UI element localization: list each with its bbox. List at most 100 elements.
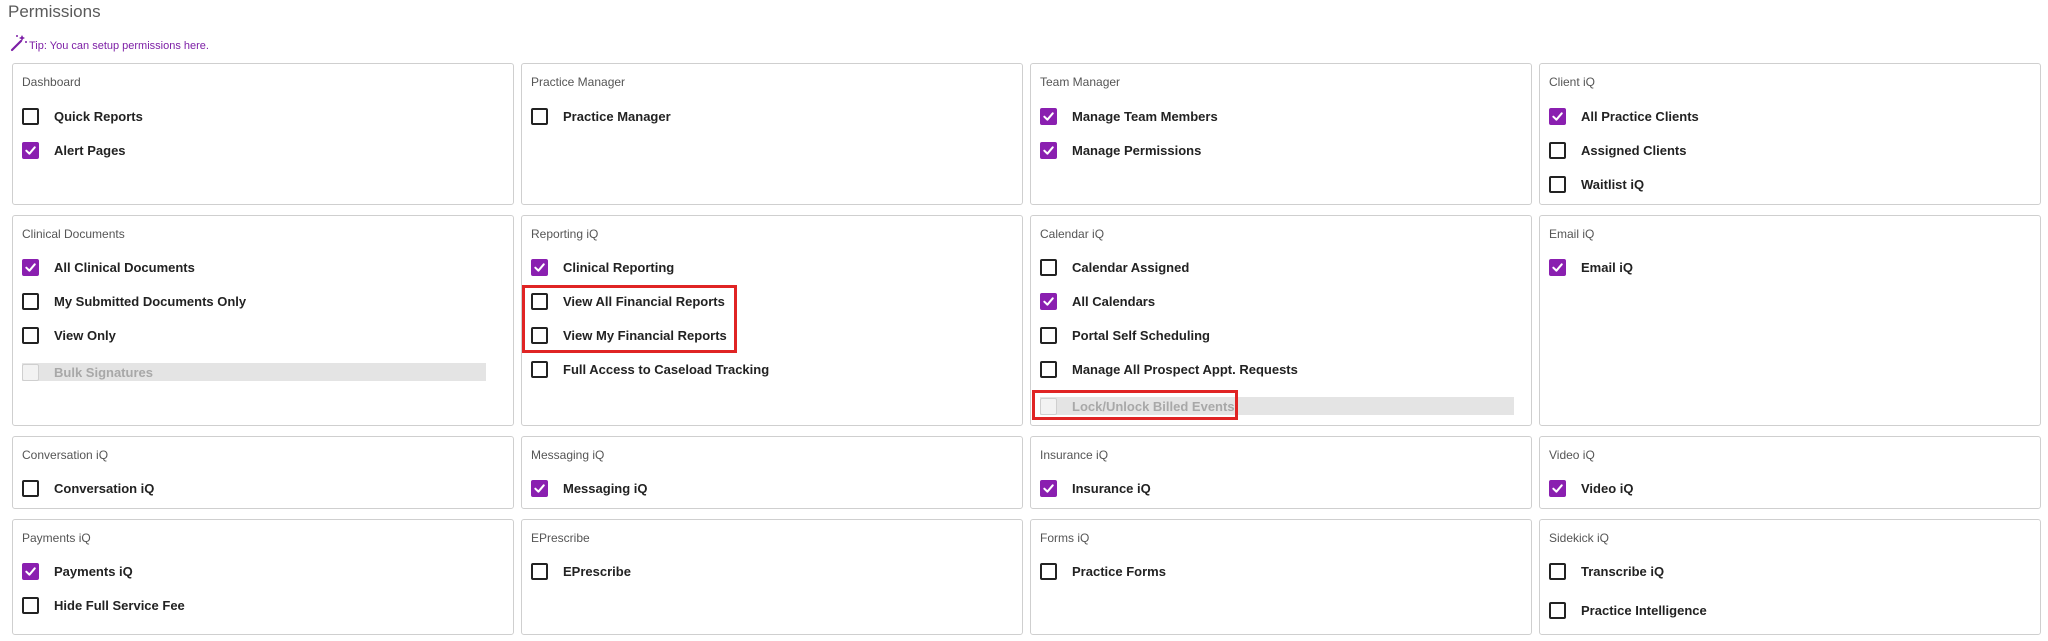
permission-practice-forms[interactable]: Practice Forms: [1040, 563, 1166, 580]
permission-label: Assigned Clients: [1581, 143, 1687, 158]
permission-label: Conversation iQ: [54, 481, 155, 496]
checkbox[interactable]: [531, 480, 548, 497]
permission-eprescribe[interactable]: EPrescribe: [531, 563, 631, 580]
checkbox[interactable]: [1549, 259, 1566, 276]
card-payments-iq: Payments iQ Payments iQ Hide Full Servic…: [12, 519, 514, 635]
permission-view-my-financial-reports[interactable]: View My Financial Reports: [531, 327, 727, 344]
permission-video-iq[interactable]: Video iQ: [1549, 480, 1634, 497]
permission-label: Bulk Signatures: [54, 364, 153, 380]
permission-alert-pages[interactable]: Alert Pages: [22, 142, 126, 159]
permission-my-submitted-documents-only[interactable]: My Submitted Documents Only: [22, 293, 246, 310]
card-title: Email iQ: [1549, 227, 1595, 241]
card-insurance-iq: Insurance iQ Insurance iQ: [1030, 436, 1532, 509]
card-title: Insurance iQ: [1040, 448, 1109, 462]
permission-label: View All Financial Reports: [563, 294, 725, 309]
permission-quick-reports[interactable]: Quick Reports: [22, 108, 143, 125]
checkbox[interactable]: [1040, 361, 1057, 378]
permission-label: Manage Team Members: [1072, 109, 1218, 124]
card-dashboard: Dashboard Quick Reports Alert Pages: [12, 63, 514, 205]
permission-all-practice-clients[interactable]: All Practice Clients: [1549, 108, 1699, 125]
permission-transcribe-iq[interactable]: Transcribe iQ: [1549, 563, 1664, 580]
permission-practice-manager[interactable]: Practice Manager: [531, 108, 671, 125]
card-eprescribe: EPrescribe EPrescribe: [521, 519, 1023, 635]
permission-all-clinical-documents[interactable]: All Clinical Documents: [22, 259, 195, 276]
permission-label: All Practice Clients: [1581, 109, 1699, 124]
checkbox[interactable]: [22, 259, 39, 276]
checkbox[interactable]: [22, 597, 39, 614]
checkbox[interactable]: [531, 327, 548, 344]
checkmark-icon: [534, 263, 545, 272]
permission-conversation-iq[interactable]: Conversation iQ: [22, 480, 154, 497]
checkbox[interactable]: [531, 293, 548, 310]
permission-assigned-clients[interactable]: Assigned Clients: [1549, 142, 1686, 159]
permission-label: All Clinical Documents: [54, 260, 195, 275]
permission-waitlist-iq[interactable]: Waitlist iQ: [1549, 176, 1644, 193]
permission-portal-self-scheduling[interactable]: Portal Self Scheduling: [1040, 327, 1210, 344]
permission-label: Full Access to Caseload Tracking: [563, 362, 770, 377]
checkbox[interactable]: [22, 327, 39, 344]
checkmark-icon: [1043, 297, 1054, 306]
permission-full-access-caseload-tracking[interactable]: Full Access to Caseload Tracking: [531, 361, 769, 378]
permission-practice-intelligence[interactable]: Practice Intelligence: [1549, 602, 1707, 619]
card-calendar-iq: Calendar iQ Calendar Assigned All Calend…: [1030, 215, 1532, 426]
checkbox[interactable]: [1549, 602, 1566, 619]
permission-insurance-iq[interactable]: Insurance iQ: [1040, 480, 1151, 497]
card-title: Sidekick iQ: [1549, 531, 1610, 545]
checkmark-icon: [1552, 112, 1563, 121]
permission-label: Manage Permissions: [1072, 143, 1202, 158]
checkbox[interactable]: [1549, 142, 1566, 159]
checkbox[interactable]: [22, 108, 39, 125]
card-practice-manager: Practice Manager Practice Manager: [521, 63, 1023, 205]
permission-label: Video iQ: [1581, 481, 1634, 496]
permission-label: Transcribe iQ: [1581, 564, 1665, 579]
tip-text: Tip: You can setup permissions here.: [29, 40, 209, 52]
checkbox[interactable]: [1040, 259, 1057, 276]
checkbox[interactable]: [22, 142, 39, 159]
checkbox[interactable]: [531, 108, 548, 125]
permission-messaging-iq[interactable]: Messaging iQ: [531, 480, 648, 497]
permission-hide-full-service-fee[interactable]: Hide Full Service Fee: [22, 597, 185, 614]
card-email-iq: Email iQ Email iQ: [1539, 215, 2041, 426]
permission-payments-iq[interactable]: Payments iQ: [22, 563, 133, 580]
permission-all-calendars[interactable]: All Calendars: [1040, 293, 1155, 310]
checkbox[interactable]: [1040, 480, 1057, 497]
permission-bulk-signatures: Bulk Signatures: [22, 363, 486, 381]
checkbox[interactable]: [22, 563, 39, 580]
card-messaging-iq: Messaging iQ Messaging iQ: [521, 436, 1023, 509]
card-title: Payments iQ: [22, 531, 91, 545]
checkbox[interactable]: [1040, 293, 1057, 310]
permission-clinical-reporting[interactable]: Clinical Reporting: [531, 259, 674, 276]
checkmark-icon: [534, 484, 545, 493]
permission-manage-team-members[interactable]: Manage Team Members: [1040, 108, 1218, 125]
checkbox[interactable]: [1549, 480, 1566, 497]
permission-email-iq[interactable]: Email iQ: [1549, 259, 1633, 276]
checkbox[interactable]: [1040, 108, 1057, 125]
permission-view-only[interactable]: View Only: [22, 327, 116, 344]
card-title: Video iQ: [1549, 448, 1595, 462]
checkbox[interactable]: [1040, 142, 1057, 159]
checkbox[interactable]: [531, 361, 548, 378]
permission-manage-prospect-appt-requests[interactable]: Manage All Prospect Appt. Requests: [1040, 361, 1298, 378]
permission-label: View My Financial Reports: [563, 328, 727, 343]
checkbox[interactable]: [22, 293, 39, 310]
checkmark-icon: [1043, 146, 1054, 155]
card-title: Practice Manager: [531, 75, 626, 89]
checkbox[interactable]: [531, 259, 548, 276]
permission-view-all-financial-reports[interactable]: View All Financial Reports: [531, 293, 725, 310]
checkbox[interactable]: [22, 480, 39, 497]
checkbox[interactable]: [1549, 108, 1566, 125]
checkbox[interactable]: [1040, 563, 1057, 580]
permission-label: Calendar Assigned: [1072, 260, 1190, 275]
permission-label: Waitlist iQ: [1581, 177, 1645, 192]
checkbox[interactable]: [1549, 176, 1566, 193]
checkbox[interactable]: [1040, 327, 1057, 344]
checkbox[interactable]: [1549, 563, 1566, 580]
permission-label: Quick Reports: [54, 109, 143, 124]
permission-calendar-assigned[interactable]: Calendar Assigned: [1040, 259, 1189, 276]
card-title: Conversation iQ: [22, 448, 109, 462]
checkbox[interactable]: [531, 563, 548, 580]
checkmark-icon: [25, 567, 36, 576]
permission-label: Clinical Reporting: [563, 260, 675, 275]
permission-label: EPrescribe: [563, 564, 631, 579]
permission-manage-permissions[interactable]: Manage Permissions: [1040, 142, 1201, 159]
